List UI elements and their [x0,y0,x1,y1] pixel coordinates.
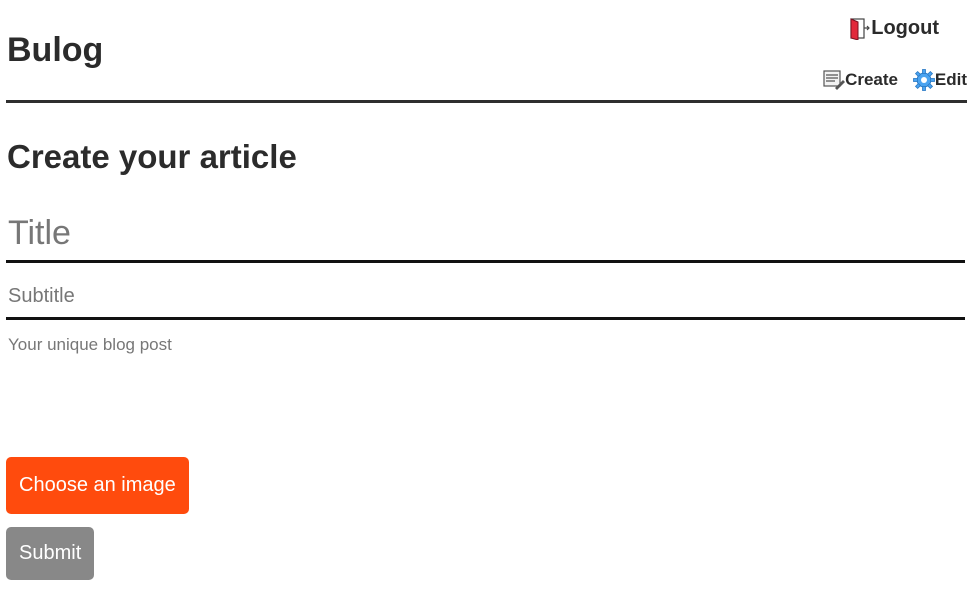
brand-title: Bulog [7,31,104,69]
door-exit-icon [849,17,871,40]
post-body-textarea[interactable] [6,330,963,430]
page-title: Create your article [7,138,297,175]
logout-label: Logout [871,17,939,39]
logout-link[interactable]: Logout [849,17,939,40]
subtitle-input[interactable] [6,276,965,320]
submit-button[interactable]: Submit [6,527,95,580]
gear-icon [912,69,935,91]
choose-image-button[interactable]: Choose an image [6,457,189,514]
edit-label: Edit [934,70,967,89]
create-label: Create [845,70,898,89]
edit-link[interactable]: Edit [912,69,967,91]
site-header: Bulog Logout Create Edit [6,0,967,103]
title-input[interactable] [6,206,965,263]
document-pencil-icon [823,69,846,91]
create-link[interactable]: Create [823,69,898,91]
page: Bulog Logout Create Edit Create your art… [6,0,967,593]
